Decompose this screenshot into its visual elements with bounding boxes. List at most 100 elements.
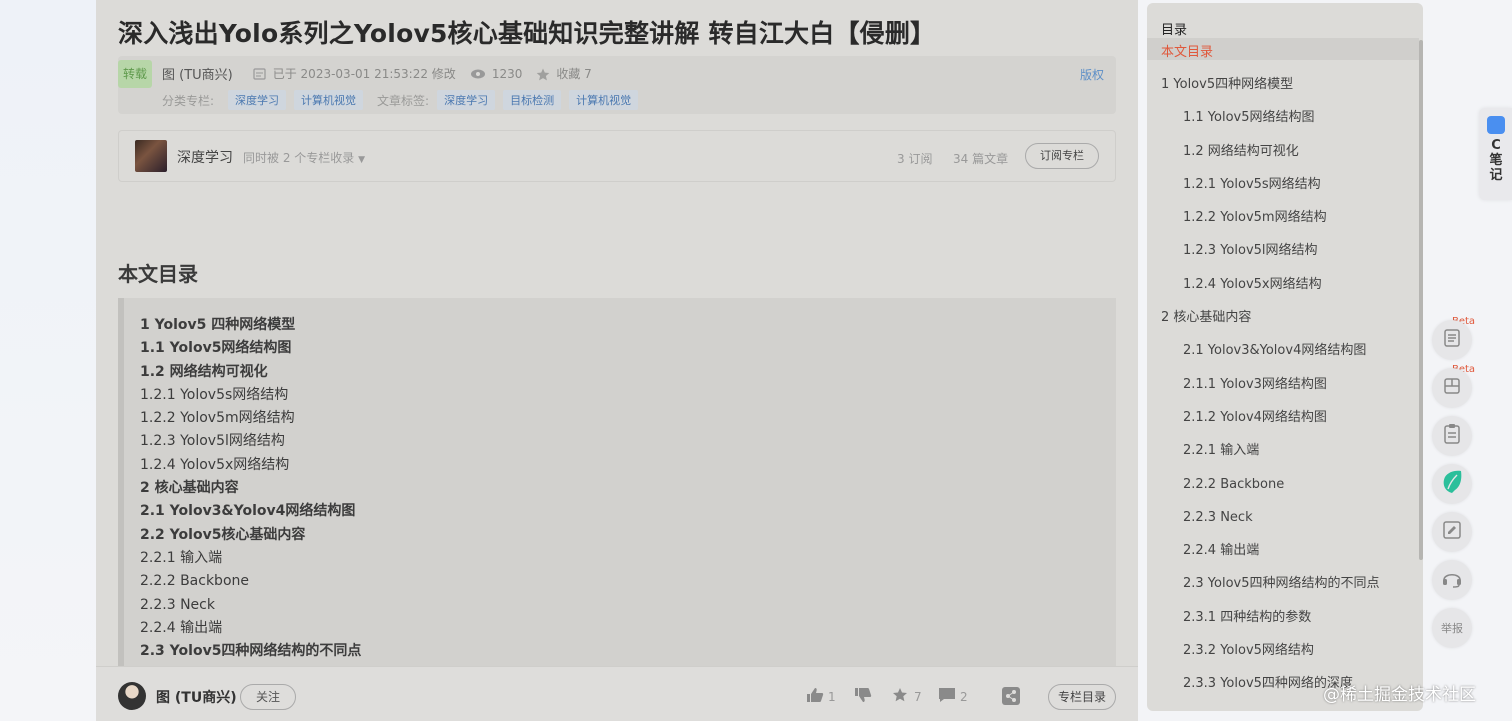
clipboard-tool-button[interactable] [1432, 416, 1472, 456]
share-button[interactable] [1002, 687, 1020, 708]
toc-item[interactable]: 1.2.3 Yolov5l网络结构 [140, 430, 361, 453]
view-count: 1230 [491, 66, 523, 81]
report-label: 举报 [1441, 622, 1463, 635]
category-tag[interactable]: 计算机视觉 [294, 90, 364, 110]
comment-count: 2 [960, 689, 968, 704]
note-logo-icon [1487, 116, 1505, 134]
sidebar-toc-item[interactable]: 2.3.2 Yolov5网络结构 [1147, 637, 1417, 670]
sidebar-toc-item[interactable]: 2.2.1 输入端 [1147, 437, 1417, 470]
toc-heading: 本文目录 [118, 262, 198, 286]
toc-item[interactable]: 1.2.1 Yolov5s网络结构 [140, 384, 361, 407]
article-tag[interactable]: 目标检测 [503, 90, 562, 110]
watermark: @稀土掘金技术社区 [1323, 685, 1476, 705]
toc-item[interactable]: 1.1 Yolov5网络结构图 [140, 337, 361, 360]
toc-item[interactable]: 2.2.1 输入端 [140, 547, 361, 570]
meta-line: 图 (TU商兴) 已于 2023-03-01 21:53:22 修改 1230 … [162, 64, 592, 84]
article-title: 深入浅出Yolo系列之Yolov5核心基础知识完整讲解 转自江大白【侵删】 [118, 19, 936, 48]
layout-tool-button[interactable] [1432, 368, 1472, 408]
toc-item[interactable]: 2.2.4 输出端 [140, 617, 361, 640]
article-panel: 深入浅出Yolo系列之Yolov5核心基础知识完整讲解 转自江大白【侵删】 转载… [96, 0, 1138, 721]
sidebar-toc-item[interactable]: 2.3.1 四种结构的参数 [1147, 604, 1417, 637]
toc-item[interactable]: 2.3 Yolov5四种网络结构的不同点 [140, 640, 361, 663]
article-tag[interactable]: 深度学习 [437, 90, 496, 110]
toc-item[interactable]: 2.2 Yolov5核心基础内容 [140, 524, 361, 547]
star-plus-icon [892, 687, 910, 706]
toc-item[interactable]: 1 Yolov5 四种网络模型 [140, 314, 361, 337]
report-button[interactable]: 举报 [1432, 608, 1472, 648]
sidebar-toc-item[interactable]: 1.2 网络结构可视化 [1147, 138, 1417, 171]
tag-line: 分类专栏: 深度学习 计算机视觉 文章标签: 深度学习 目标检测 计算机视觉 [162, 90, 639, 110]
sidebar-toc-item[interactable]: 1.2.1 Yolov5s网络结构 [1147, 171, 1417, 204]
column-articles: 34 篇文章 [953, 152, 1009, 166]
collect-count: 7 [914, 689, 922, 704]
sidebar-toc-item[interactable]: 1.2.4 Yolov5x网络结构 [1147, 271, 1417, 304]
clipboard-icon [1442, 423, 1462, 449]
sidebar-item-active[interactable]: 本文目录 [1147, 38, 1419, 60]
sidebar-toc-item[interactable]: 2.1.1 Yolov3网络结构图 [1147, 371, 1417, 404]
sidebar-title: 目录 [1161, 23, 1188, 38]
toc-item[interactable]: 2.1 Yolov3&Yolov4网络结构图 [140, 500, 361, 523]
c-note-tab[interactable]: C笔记 [1479, 108, 1512, 200]
category-tag[interactable]: 深度学习 [228, 90, 287, 110]
sidebar-toc-item[interactable]: 1.1 Yolov5网络结构图 [1147, 104, 1417, 137]
modified-time: 已于 2023-03-01 21:53:22 修改 [272, 67, 456, 81]
sidebar-toc-item[interactable]: 1 Yolov5四种网络模型 [1147, 71, 1417, 104]
outline-tool-button[interactable] [1432, 320, 1472, 360]
toc-list: 1 Yolov5 四种网络模型 1.1 Yolov5网络结构图 1.2 网络结构可视… [140, 314, 361, 663]
caret-down-icon: ▼ [358, 155, 366, 165]
like-count: 1 [828, 689, 836, 704]
meta-author[interactable]: 图 (TU商兴) [162, 64, 233, 83]
column-included-dropdown[interactable]: 同时被 2 个专栏收录 ▼ [243, 149, 365, 166]
sidebar-toc-item[interactable]: 1.2.2 Yolov5m网络结构 [1147, 204, 1417, 237]
thumbs-up-icon [806, 687, 824, 706]
toc-block: 1 Yolov5 四种网络模型 1.1 Yolov5网络结构图 1.2 网络结构可视… [118, 298, 1116, 678]
article-tag[interactable]: 计算机视觉 [569, 90, 639, 110]
star-icon [536, 68, 550, 80]
sidebar-toc-item[interactable]: 2.3 Yolov5四种网络结构的不同点 [1147, 570, 1417, 603]
comment-button[interactable]: 2 [938, 687, 968, 706]
toc-item[interactable]: 2 核心基础内容 [140, 477, 361, 500]
page-background-left [0, 0, 96, 721]
toc-item[interactable]: 1.2.2 Yolov5m网络结构 [140, 407, 361, 430]
bottom-bar: 图 (TU商兴) 关注 1 7 2 专栏目录 [96, 666, 1138, 721]
copyright-link[interactable]: 版权 [1080, 66, 1104, 83]
subscribe-column-button[interactable]: 订阅专栏 [1025, 143, 1099, 169]
favorite-count[interactable]: 收藏 7 [556, 65, 591, 82]
sidebar-toc-item[interactable]: 2.1 Yolov3&Yolov4网络结构图 [1147, 337, 1417, 370]
toc-item[interactable]: 1.2.4 Yolov5x网络结构 [140, 454, 361, 477]
column-included-text: 同时被 2 个专栏收录 [243, 151, 355, 165]
column-subscriptions: 3 订阅 [897, 152, 933, 166]
sidebar-toc-item[interactable]: 2.2.3 Neck [1147, 504, 1417, 537]
bottom-author[interactable]: 图 (TU商兴) [156, 687, 237, 707]
sidebar-toc-item[interactable]: 2 核心基础内容 [1147, 304, 1417, 337]
sidebar-toc-item[interactable]: 2.2.4 输出端 [1147, 537, 1417, 570]
comment-icon [938, 687, 956, 706]
list-icon [1442, 328, 1462, 352]
column-toc-button[interactable]: 专栏目录 [1048, 684, 1116, 710]
toc-item[interactable]: 2.2.3 Neck [140, 594, 361, 617]
column-name[interactable]: 深度学习 [177, 147, 233, 167]
sidebar-toc-item[interactable]: 2.1.2 Yolov4网络结构图 [1147, 404, 1417, 437]
layout-icon [1442, 376, 1462, 400]
like-button[interactable]: 1 [806, 687, 836, 706]
repost-badge: 转载 [118, 60, 152, 88]
toc-item[interactable]: 2.2.2 Backbone [140, 570, 361, 593]
note-label: C笔记 [1489, 138, 1503, 183]
sidebar-scrollbar[interactable] [1419, 40, 1423, 560]
sidebar-list: 1 Yolov5四种网络模型 1.1 Yolov5网络结构图 1.2 网络结构可视化… [1147, 71, 1417, 704]
write-tool-button[interactable] [1432, 512, 1472, 552]
thumbs-down-icon [854, 687, 872, 706]
column-thumbnail[interactable] [135, 140, 167, 172]
sidebar-toc-item[interactable]: 2.2.2 Backbone [1147, 471, 1417, 504]
avatar[interactable] [118, 682, 146, 710]
collect-button[interactable]: 7 [892, 687, 922, 706]
ai-assistant-button[interactable] [1432, 464, 1472, 504]
sidebar-toc-item[interactable]: 1.2.3 Yolov5l网络结构 [1147, 237, 1417, 270]
tag-label: 文章标签: [377, 93, 430, 108]
customer-service-button[interactable] [1432, 560, 1472, 600]
toc-item[interactable]: 1.2 网络结构可视化 [140, 361, 361, 384]
leaf-icon [1440, 469, 1464, 499]
edit-icon [253, 67, 267, 80]
follow-button[interactable]: 关注 [240, 684, 296, 710]
dislike-button[interactable] [854, 687, 872, 706]
